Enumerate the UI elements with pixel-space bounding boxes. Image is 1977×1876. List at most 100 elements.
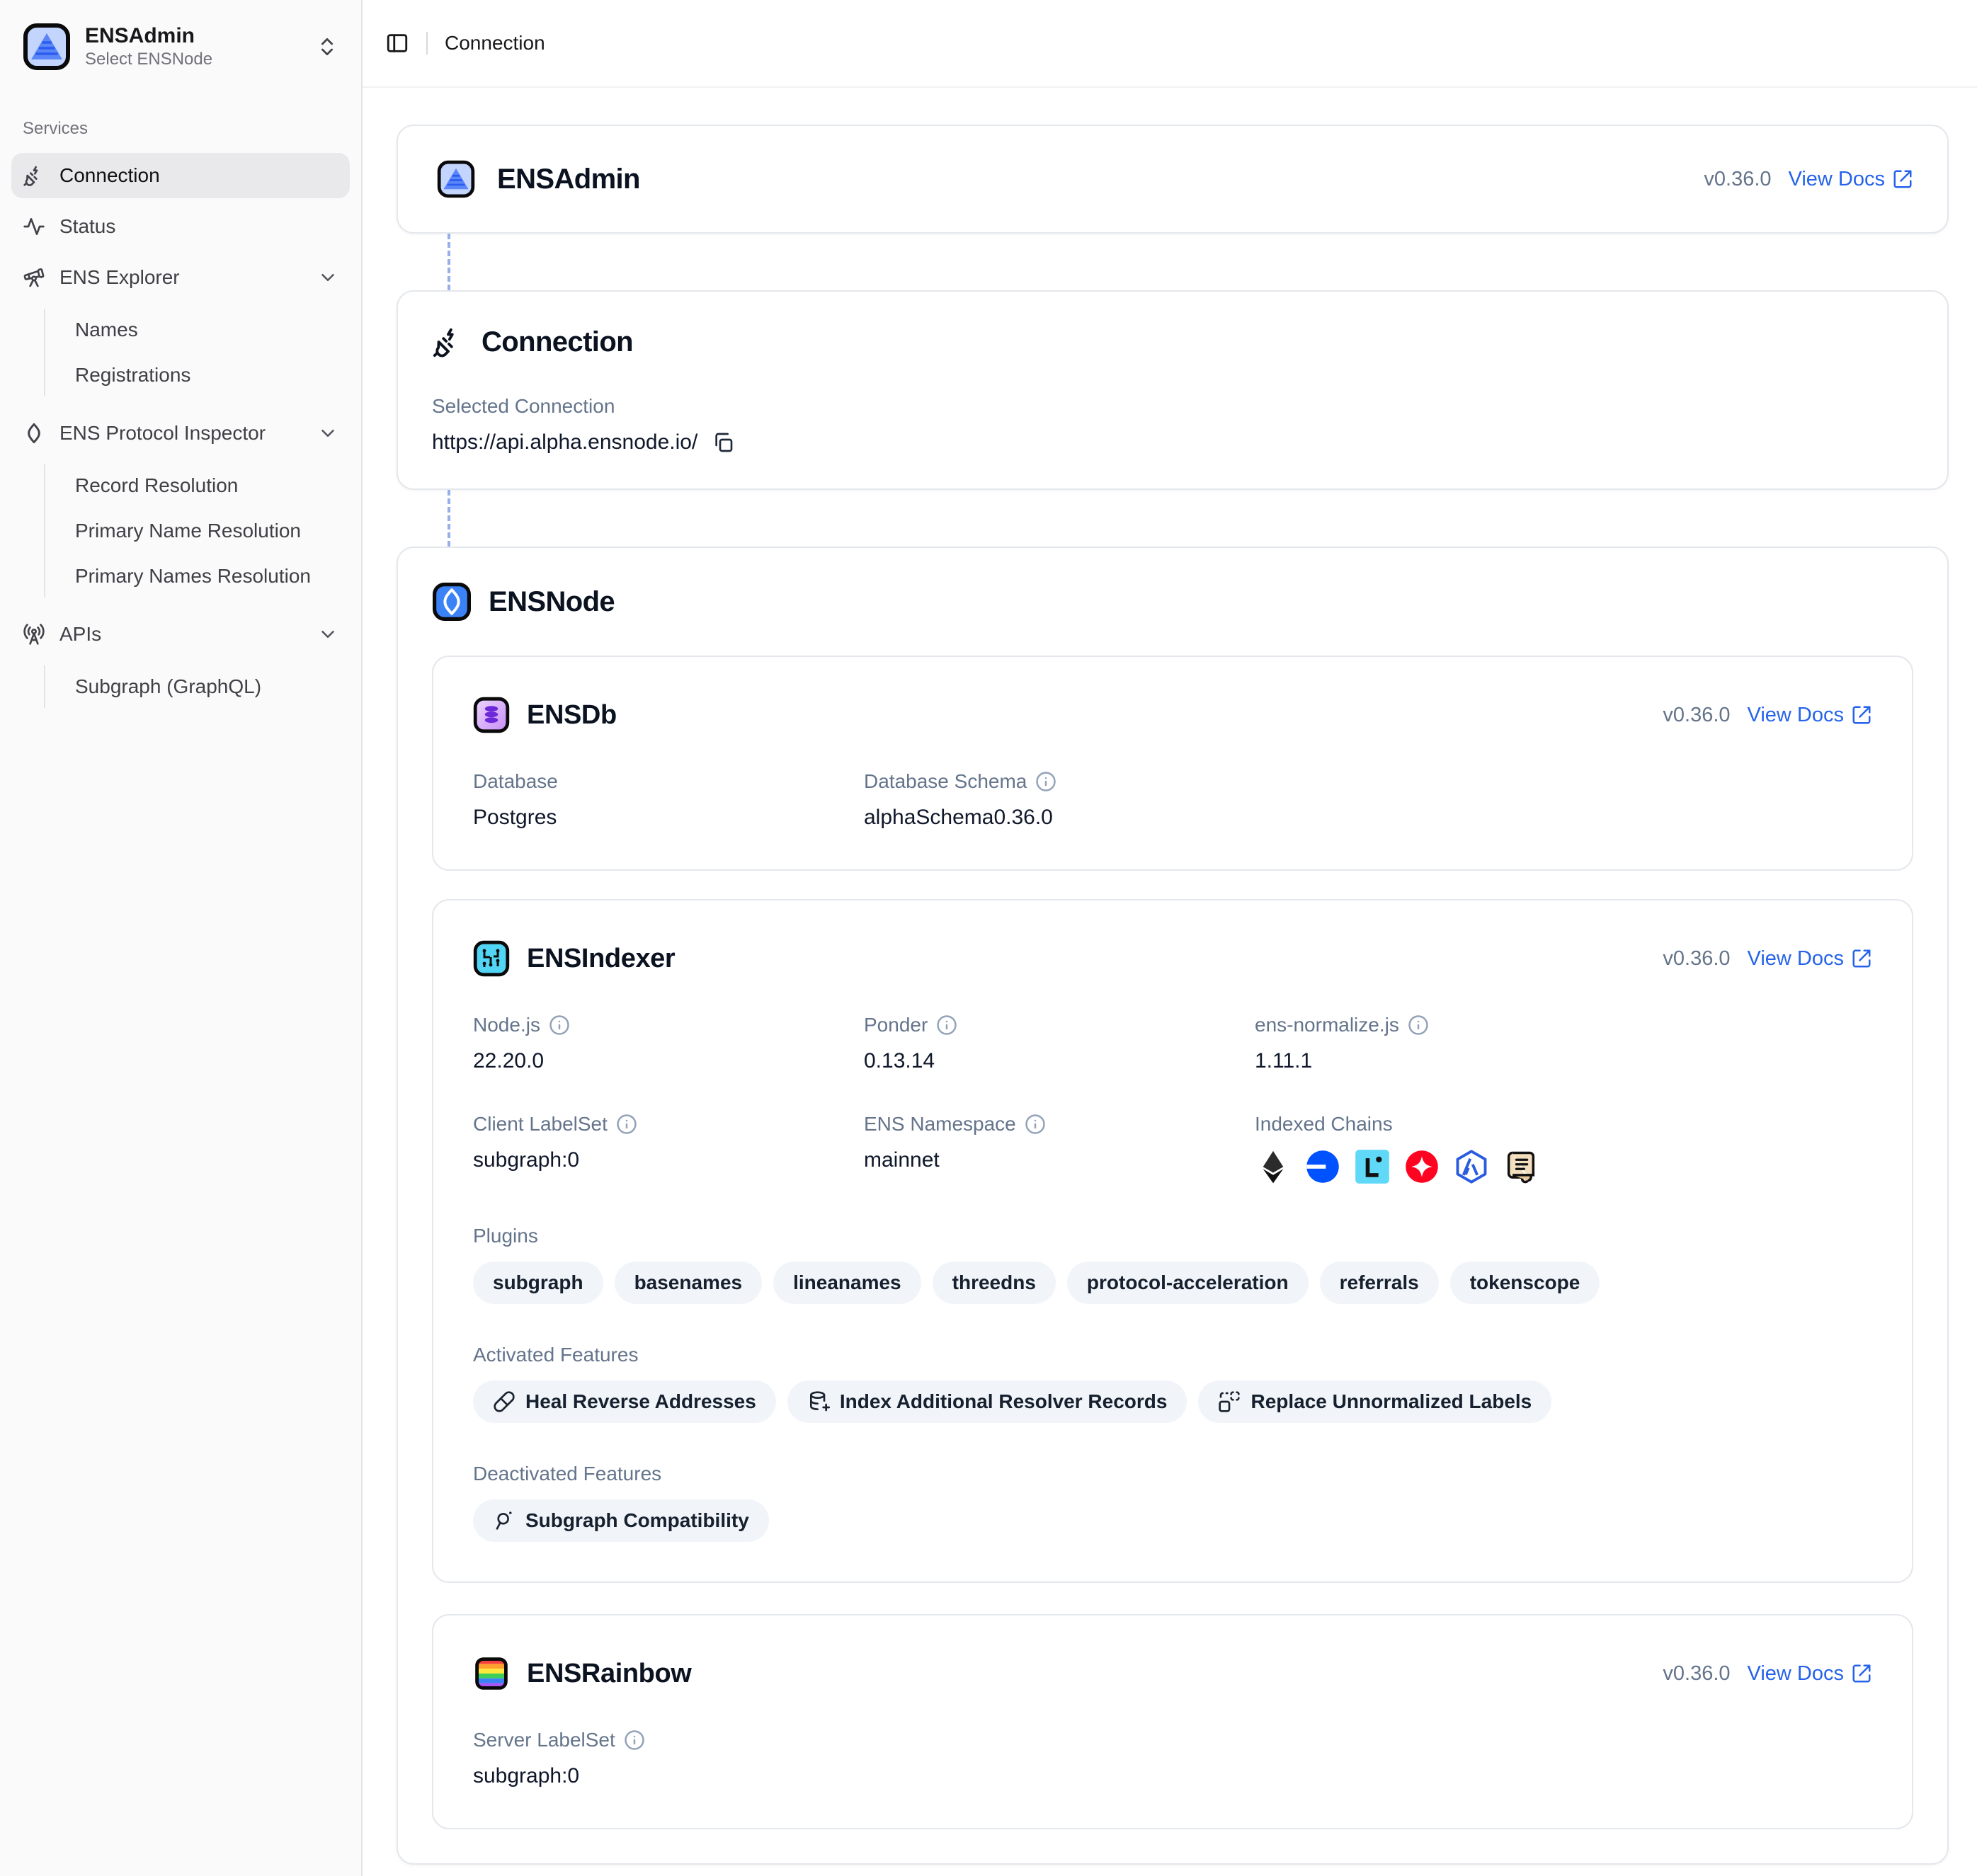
deactivated-features-list: Subgraph Compatibility	[473, 1499, 1872, 1542]
server-labelset-value: subgraph:0	[473, 1764, 864, 1788]
info-icon[interactable]	[1408, 1014, 1429, 1036]
sidebar-item-status[interactable]: Status	[11, 204, 350, 249]
sidebar: ENSAdmin Select ENSNode Services Connect…	[0, 0, 363, 1876]
plug-zap-icon	[432, 326, 465, 358]
topbar: Connection	[363, 0, 1977, 88]
ensindexer-version: v0.36.0	[1663, 947, 1730, 971]
copy-url-button[interactable]	[712, 431, 734, 454]
info-icon[interactable]	[936, 1014, 957, 1036]
connector-line	[397, 234, 1949, 290]
sidebar-item-label: APIs	[59, 623, 303, 646]
main-area: Connection ENSAdmin v0.36.0	[363, 0, 1977, 1876]
ensadmin-card: ENSAdmin v0.36.0 View Docs	[397, 125, 1949, 234]
ensadmin-logo	[23, 23, 71, 71]
sidebar-item-primary-names-resolution[interactable]: Primary Names Resolution	[64, 555, 350, 597]
ensdb-view-docs-link[interactable]: View Docs	[1748, 704, 1872, 727]
ensadmin-card-title: ENSAdmin	[497, 164, 640, 195]
sidebar-item-subgraph-graphql[interactable]: Subgraph (GraphQL)	[64, 665, 350, 708]
plugin-chip: threedns	[933, 1262, 1056, 1304]
sidebar-section-label: Services	[11, 119, 350, 139]
app-name: ENSAdmin	[85, 23, 302, 49]
ensdb-logo	[473, 697, 510, 733]
plugin-chip: subgraph	[473, 1262, 603, 1304]
ensadmin-logo	[432, 160, 480, 198]
graph-protocol-icon	[493, 1509, 515, 1532]
replace-icon	[1218, 1390, 1241, 1413]
sidebar-item-ens-explorer[interactable]: ENS Explorer	[11, 255, 350, 300]
chevron-down-icon	[317, 423, 338, 444]
scroll-chain-icon[interactable]	[1503, 1148, 1539, 1185]
sidebar-item-names[interactable]: Names	[64, 309, 350, 351]
deactivated-features-label: Deactivated Features	[473, 1463, 1872, 1485]
app-root: ENSAdmin Select ENSNode Services Connect…	[0, 0, 1977, 1876]
database-value: Postgres	[473, 806, 864, 830]
ensindexer-card: ENSIndexer v0.36.0 View Docs Node.	[432, 899, 1913, 1583]
indexed-chains-label: Indexed Chains	[1255, 1113, 1872, 1136]
ensdb-card-title: ENSDb	[527, 700, 617, 731]
ensrainbow-view-docs-link[interactable]: View Docs	[1748, 1662, 1872, 1686]
plugin-chip: basenames	[615, 1262, 763, 1304]
ensadmin-view-docs-link[interactable]: View Docs	[1789, 168, 1913, 191]
sidebar-item-apis[interactable]: APIs	[11, 612, 350, 657]
sidebar-item-primary-name-resolution[interactable]: Primary Name Resolution	[64, 510, 350, 552]
ensadmin-version: v0.36.0	[1704, 168, 1771, 191]
ensdb-card: ENSDb v0.36.0 View Docs Database	[432, 656, 1913, 871]
sidebar-item-label: ENS Explorer	[59, 266, 303, 289]
sidebar-item-ens-protocol-inspector[interactable]: ENS Protocol Inspector	[11, 411, 350, 456]
chevrons-up-down-icon	[316, 35, 338, 58]
info-icon[interactable]	[624, 1729, 645, 1751]
ens-namespace-label: ENS Namespace	[864, 1113, 1016, 1136]
radio-tower-icon	[23, 623, 45, 646]
ens-namespace-value: mainnet	[864, 1148, 1255, 1172]
sidebar-item-label: Connection	[59, 164, 338, 187]
panel-left-icon	[385, 31, 409, 55]
selected-connection-label: Selected Connection	[432, 395, 1913, 418]
database-schema-label: Database Schema	[864, 770, 1027, 793]
plugin-chip: protocol-acceleration	[1067, 1262, 1309, 1304]
ponder-value: 0.13.14	[864, 1049, 1255, 1073]
sidebar-toggle-button[interactable]	[385, 31, 409, 55]
ensrainbow-version: v0.36.0	[1663, 1662, 1730, 1686]
pill-icon	[493, 1390, 515, 1413]
info-icon[interactable]	[1035, 771, 1056, 792]
topbar-divider	[426, 32, 428, 55]
info-icon[interactable]	[549, 1014, 570, 1036]
plugin-chip: lineanames	[773, 1262, 921, 1304]
ethereum-chain-icon[interactable]	[1255, 1148, 1292, 1185]
external-link-icon	[1851, 704, 1872, 726]
ens-explorer-subitems: Names Registrations	[44, 309, 350, 396]
ensdb-version: v0.36.0	[1663, 704, 1730, 727]
optimism-chain-icon[interactable]	[1403, 1148, 1440, 1185]
telescope-icon	[23, 266, 45, 289]
linea-chain-icon[interactable]	[1354, 1148, 1391, 1185]
indexed-chains	[1255, 1148, 1872, 1185]
external-link-icon	[1892, 168, 1913, 190]
inspector-subitems: Record Resolution Primary Name Resolutio…	[44, 464, 350, 597]
ensrainbow-logo	[473, 1655, 510, 1692]
feature-chip: Replace Unnormalized Labels	[1198, 1380, 1551, 1423]
breadcrumb: Connection	[445, 32, 545, 55]
connection-card: Connection Selected Connection https://a…	[397, 290, 1949, 490]
sidebar-nav: Connection Status ENS Explorer Names Reg…	[11, 153, 350, 716]
database-plus-icon	[807, 1390, 830, 1413]
ensindexer-card-title: ENSIndexer	[527, 944, 675, 974]
sidebar-item-registrations[interactable]: Registrations	[64, 354, 350, 396]
info-icon[interactable]	[616, 1114, 637, 1135]
sidebar-item-connection[interactable]: Connection	[11, 153, 350, 198]
info-icon[interactable]	[1025, 1114, 1046, 1135]
arbitrum-chain-icon[interactable]	[1453, 1148, 1490, 1185]
ensrainbow-card-title: ENSRainbow	[527, 1659, 691, 1689]
ensnode-logo	[432, 582, 472, 622]
nodejs-label: Node.js	[473, 1014, 540, 1036]
ensnode-selector[interactable]: ENSAdmin Select ENSNode	[11, 11, 350, 82]
app-subtitle: Select ENSNode	[85, 49, 302, 70]
ensnode-card: ENSNode ENSDb	[397, 547, 1949, 1865]
plugin-chip: referrals	[1320, 1262, 1439, 1304]
copy-icon	[712, 431, 734, 454]
base-chain-icon[interactable]	[1304, 1148, 1341, 1185]
nodejs-value: 22.20.0	[473, 1049, 864, 1073]
content: ENSAdmin v0.36.0 View Docs Conn	[363, 88, 1977, 1876]
activated-features-label: Activated Features	[473, 1344, 1872, 1366]
ensindexer-view-docs-link[interactable]: View Docs	[1748, 947, 1872, 971]
sidebar-item-record-resolution[interactable]: Record Resolution	[64, 464, 350, 507]
